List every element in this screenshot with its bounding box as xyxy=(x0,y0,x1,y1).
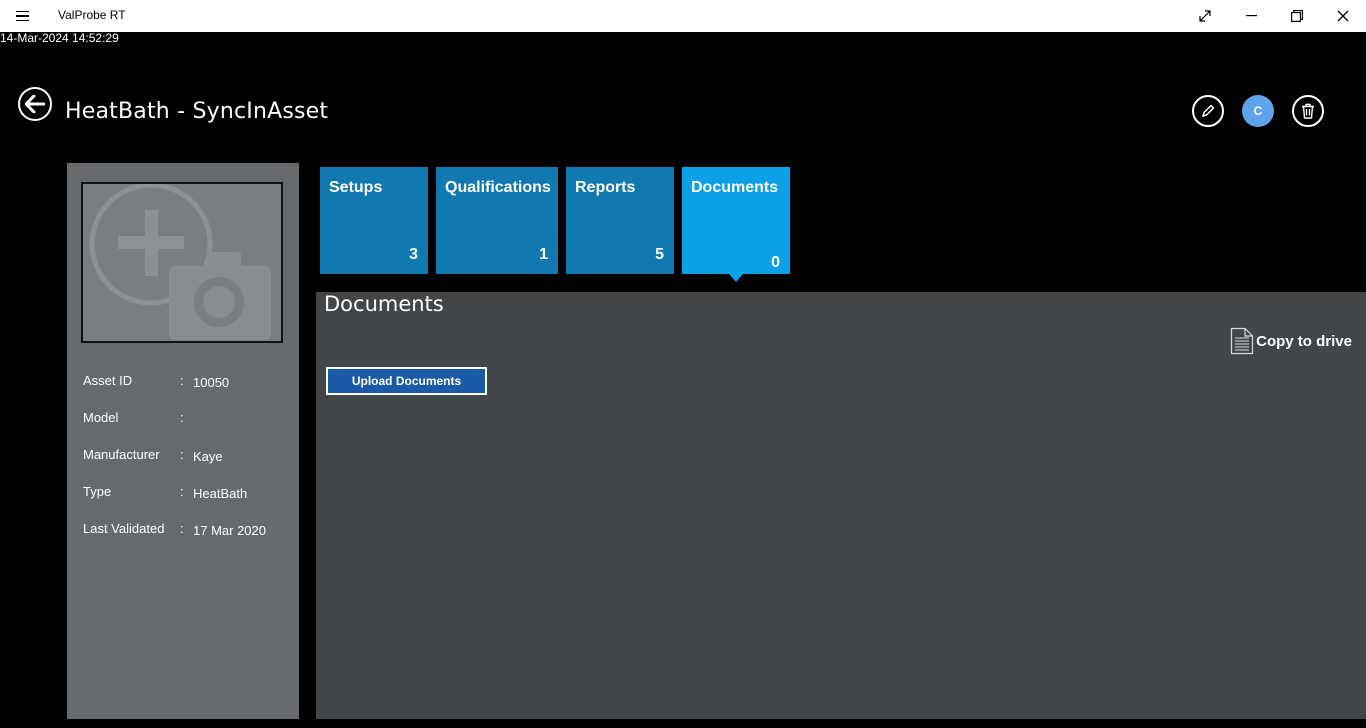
delete-trash-icon[interactable] xyxy=(1292,95,1324,127)
asset-info-panel: Asset ID : 10050 Model : Manufacturer : … xyxy=(67,163,299,719)
tile-qualifications[interactable]: Qualifications 1 xyxy=(436,167,558,274)
field-label: Last Validated xyxy=(83,521,165,536)
tile-label: Documents xyxy=(691,179,779,196)
section-title: Documents xyxy=(324,292,444,316)
edit-pencil-icon[interactable] xyxy=(1192,95,1224,127)
last-validated-row: Last Validated : 17 Mar 2020 xyxy=(83,519,293,556)
add-photo-placeholder[interactable] xyxy=(81,182,283,343)
field-label: Manufacturer xyxy=(83,447,160,462)
copy-to-drive-button[interactable]: Copy to drive xyxy=(1230,327,1352,355)
field-separator: : xyxy=(180,521,184,536)
close-icon[interactable] xyxy=(1320,0,1366,32)
tile-count: 1 xyxy=(539,246,548,263)
field-separator: : xyxy=(180,373,184,388)
field-separator: : xyxy=(180,447,184,462)
app-title: ValProbe RT xyxy=(58,8,126,22)
documents-panel: Documents Copy to drive Upload Documents xyxy=(316,292,1366,719)
tile-documents[interactable]: Documents 0 xyxy=(682,167,790,274)
asset-details: Asset ID : 10050 Model : Manufacturer : … xyxy=(83,371,293,556)
field-separator: : xyxy=(180,410,184,425)
tile-count: 3 xyxy=(409,246,418,263)
back-arrow-icon[interactable] xyxy=(18,87,52,121)
tile-count: 5 xyxy=(655,246,664,263)
page-title: HeatBath - SyncInAsset xyxy=(65,99,329,124)
tile-count: 0 xyxy=(771,254,780,271)
type-row: Type : HeatBath xyxy=(83,482,293,519)
model-row: Model : xyxy=(83,408,293,445)
upload-documents-button[interactable]: Upload Documents xyxy=(326,367,487,395)
copy-to-drive-label: Copy to drive xyxy=(1256,332,1352,350)
timestamp: 14-Mar-2024 14:52:29 xyxy=(0,31,119,45)
field-value: Kaye xyxy=(193,449,223,464)
restore-icon[interactable] xyxy=(1274,0,1320,32)
tile-setups[interactable]: Setups 3 xyxy=(320,167,428,274)
window-title-bar: ValProbe RT xyxy=(0,0,1366,32)
field-separator: : xyxy=(180,484,184,499)
field-label: Type xyxy=(83,484,112,499)
minimize-icon[interactable] xyxy=(1228,0,1274,32)
tile-label: Setups xyxy=(329,179,383,196)
avatar[interactable]: C xyxy=(1242,95,1274,127)
fullscreen-icon[interactable] xyxy=(1182,0,1228,32)
field-label: Model xyxy=(83,410,119,425)
add-photo-icon xyxy=(89,184,271,340)
document-icon xyxy=(1231,327,1254,355)
tile-label: Qualifications xyxy=(445,179,551,196)
tile-reports[interactable]: Reports 5 xyxy=(566,167,674,274)
field-value: 17 Mar 2020 xyxy=(193,523,266,538)
field-label: Asset ID xyxy=(83,373,133,388)
field-value: 10050 xyxy=(193,375,230,390)
asset-id-row: Asset ID : 10050 xyxy=(83,371,293,408)
active-tile-pointer xyxy=(729,274,743,282)
tile-label: Reports xyxy=(575,179,636,196)
manufacturer-row: Manufacturer : Kaye xyxy=(83,445,293,482)
hamburger-menu-icon[interactable] xyxy=(10,6,36,26)
field-value: HeatBath xyxy=(193,486,248,501)
